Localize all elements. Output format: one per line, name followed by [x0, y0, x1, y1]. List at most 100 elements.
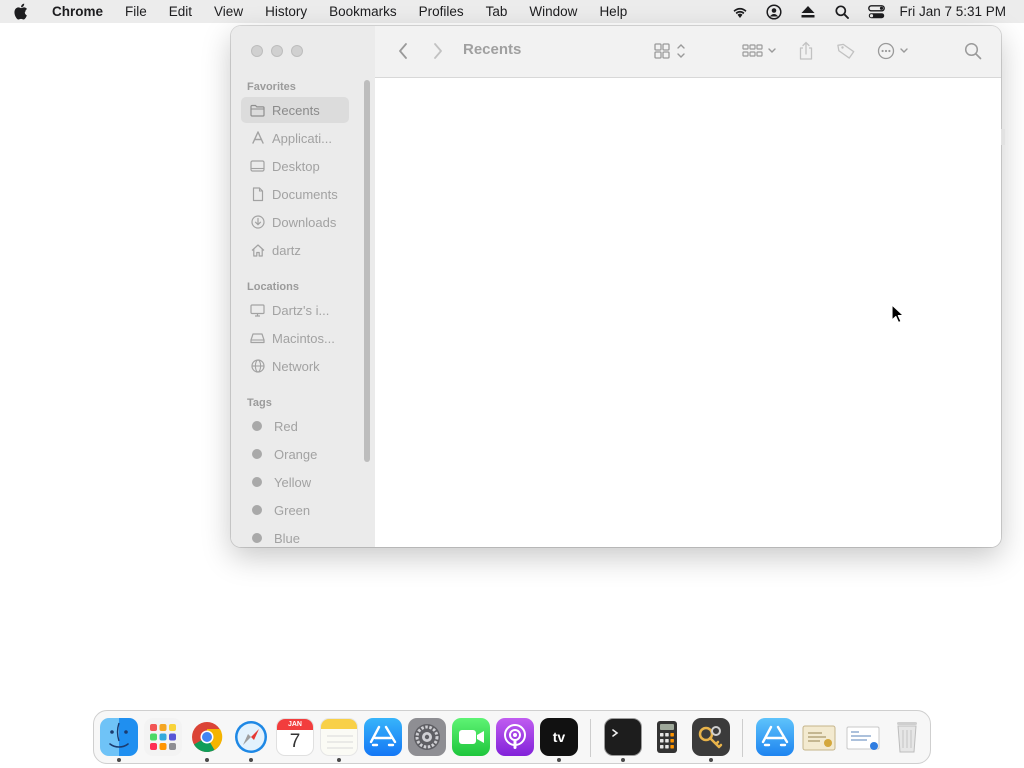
- dock-chrome-icon[interactable]: [188, 718, 226, 756]
- sidebar-scrollbar[interactable]: [364, 80, 370, 462]
- dock-separator: [590, 719, 591, 757]
- dock-launchpad-icon[interactable]: [144, 718, 182, 756]
- menu-window[interactable]: Window: [518, 0, 588, 23]
- group-by-icon[interactable]: [739, 40, 781, 62]
- more-actions-icon[interactable]: [873, 40, 915, 62]
- sidebar-item-home[interactable]: dartz: [241, 237, 349, 263]
- dock-calendar-icon[interactable]: JAN 7: [276, 718, 314, 756]
- search-icon[interactable]: [961, 40, 985, 62]
- window-zoom-button[interactable]: [291, 45, 303, 57]
- menu-help[interactable]: Help: [588, 0, 638, 23]
- sidebar-item-downloads[interactable]: Downloads: [241, 209, 349, 235]
- applications-icon: [250, 131, 265, 146]
- dock-separator: [742, 719, 743, 757]
- sidebar-item-recents[interactable]: Recents: [241, 97, 349, 123]
- tag-dot-icon: [252, 505, 262, 515]
- menu-app-name[interactable]: Chrome: [40, 0, 114, 23]
- menu-clock[interactable]: Fri Jan 7 5:31 PM: [893, 4, 1024, 19]
- tag-dot-icon: [252, 477, 262, 487]
- window-title: Recents: [463, 41, 522, 58]
- download-icon: [250, 215, 265, 230]
- finder-content-area[interactable]: [375, 78, 1001, 547]
- finder-window: Favorites Recents Applicati... Desktop D…: [231, 26, 1001, 547]
- calendar-month: JAN: [277, 719, 313, 730]
- network-icon: [250, 359, 265, 374]
- dock-terminal-icon[interactable]: [604, 718, 642, 756]
- sidebar-item-network[interactable]: Network: [241, 353, 349, 379]
- dock-keychain-icon[interactable]: [692, 718, 730, 756]
- apple-tv-label: tv: [552, 729, 566, 745]
- calendar-day: 7: [289, 731, 301, 752]
- sidebar-tag-green[interactable]: Green: [241, 497, 349, 523]
- dock-facetime-icon[interactable]: [452, 718, 490, 756]
- sidebar-item-macintosh-hd[interactable]: Macintos...: [241, 325, 349, 351]
- menu-history[interactable]: History: [254, 0, 318, 23]
- sidebar-item-label: Recents: [272, 102, 320, 118]
- sidebar-item-label: Red: [274, 418, 298, 434]
- finder-sidebar: Favorites Recents Applicati... Desktop D…: [231, 26, 375, 547]
- sidebar-tag-blue[interactable]: Blue: [241, 525, 349, 547]
- share-icon[interactable]: [793, 40, 819, 62]
- tag-dot-icon: [252, 421, 262, 431]
- document-icon: [250, 186, 265, 202]
- running-indicator: [205, 758, 209, 762]
- forward-button[interactable]: [428, 40, 448, 62]
- dock-document-stack-icon[interactable]: [844, 718, 882, 756]
- disk-icon: [250, 331, 265, 346]
- sidebar-item-applications[interactable]: Applicati...: [241, 125, 349, 151]
- sidebar-tag-orange[interactable]: Orange: [241, 441, 349, 467]
- running-indicator: [117, 758, 121, 762]
- sidebar-tag-yellow[interactable]: Yellow: [241, 469, 349, 495]
- dock-certificate-icon[interactable]: [800, 718, 838, 756]
- menu-edit[interactable]: Edit: [158, 0, 203, 23]
- dock-notes-icon[interactable]: [320, 718, 358, 756]
- background-window-edge: [1001, 129, 1005, 145]
- menu-profiles[interactable]: Profiles: [408, 0, 475, 23]
- search-icon[interactable]: [825, 0, 859, 23]
- dock-apple-tv-icon[interactable]: tv: [540, 718, 578, 756]
- apple-menu-icon[interactable]: [0, 3, 40, 20]
- sidebar-item-label: dartz: [272, 242, 301, 258]
- mouse-pointer-icon: [891, 304, 905, 329]
- sidebar-item-label: Green: [274, 502, 311, 518]
- tag-dot-icon: [252, 533, 262, 543]
- dock-settings-gear-icon[interactable]: [408, 718, 446, 756]
- sidebar-item-computer[interactable]: Dartz's i...: [241, 297, 349, 323]
- sidebar-item-label: Blue: [274, 530, 301, 546]
- dock-podcasts-icon[interactable]: [496, 718, 534, 756]
- recents-folder-icon: [250, 103, 265, 118]
- window-minimize-button[interactable]: [271, 45, 283, 57]
- control-center-icon[interactable]: [859, 0, 893, 23]
- menu-bookmarks[interactable]: Bookmarks: [318, 0, 408, 23]
- sidebar-item-label: Downloads: [272, 214, 337, 230]
- eject-icon[interactable]: [791, 0, 825, 23]
- sidebar-item-label: Documents: [272, 186, 338, 202]
- sidebar-item-label: Desktop: [272, 158, 320, 174]
- dock-safari-icon[interactable]: [232, 718, 270, 756]
- menu-file[interactable]: File: [114, 0, 158, 23]
- sidebar-tag-red[interactable]: Red: [241, 413, 349, 439]
- dock-calculator-icon[interactable]: [648, 718, 686, 756]
- dock-app-store-icon[interactable]: [364, 718, 402, 756]
- sidebar-item-label: Orange: [274, 446, 318, 462]
- user-account-icon[interactable]: [757, 0, 791, 23]
- view-mode-icon[interactable]: [651, 40, 691, 62]
- back-button[interactable]: [393, 40, 413, 62]
- window-close-button[interactable]: [251, 45, 263, 57]
- dock-applications-stack-icon[interactable]: [756, 718, 794, 756]
- sidebar-item-desktop[interactable]: Desktop: [241, 153, 349, 179]
- home-icon: [250, 243, 265, 258]
- dock-trash-icon[interactable]: [888, 718, 926, 756]
- sidebar-heading-locations: Locations: [247, 281, 299, 293]
- sidebar-item-label: Yellow: [274, 474, 312, 490]
- menu-view[interactable]: View: [203, 0, 254, 23]
- running-indicator: [621, 758, 625, 762]
- dock-finder-icon[interactable]: [100, 718, 138, 756]
- tag-icon[interactable]: [833, 40, 859, 62]
- wifi-icon[interactable]: [723, 0, 757, 23]
- menu-bar: Chrome File Edit View History Bookmarks …: [0, 0, 1024, 23]
- sidebar-item-documents[interactable]: Documents: [241, 181, 349, 207]
- menu-tab[interactable]: Tab: [475, 0, 519, 23]
- desktop-icon: [250, 159, 265, 174]
- dock: JAN 7 tv: [93, 710, 931, 764]
